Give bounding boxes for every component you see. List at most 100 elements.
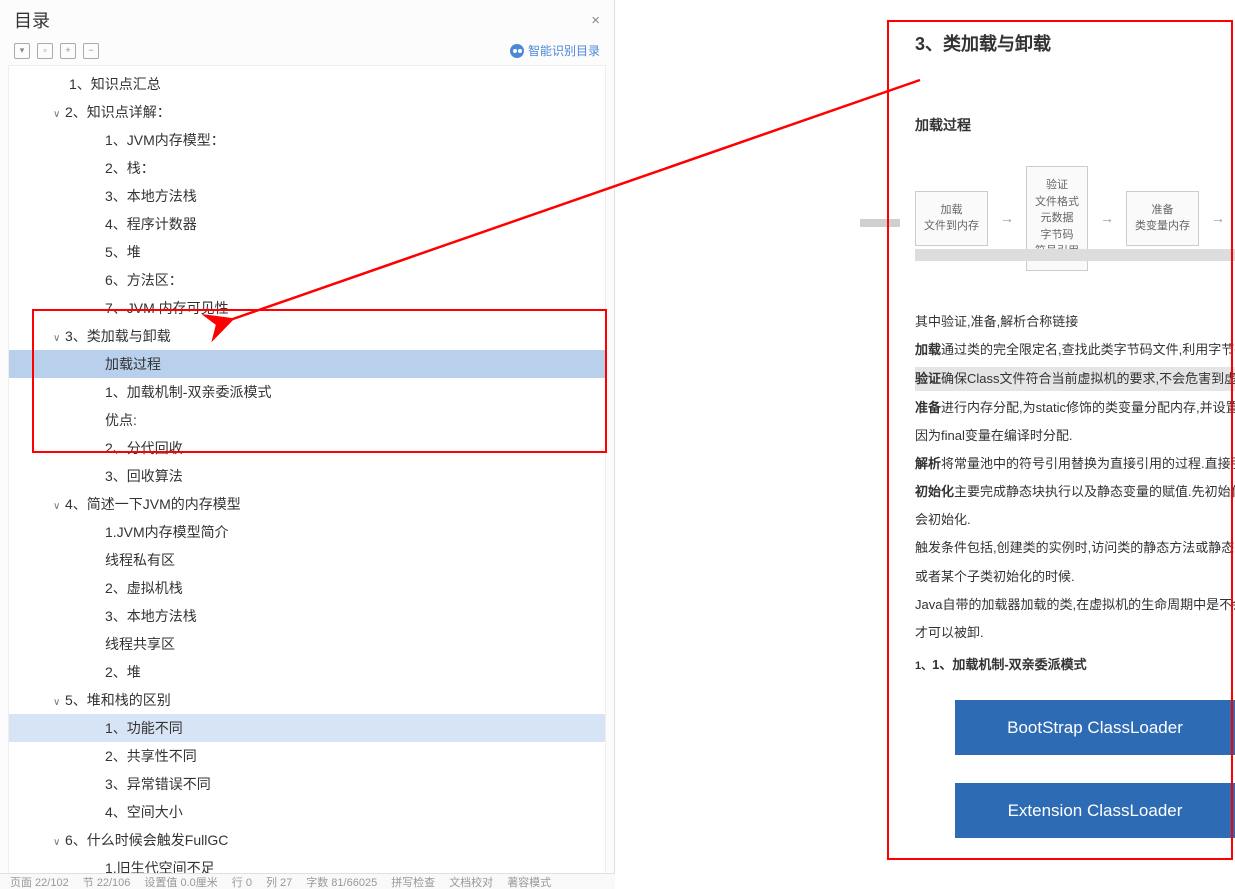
toc-item-label: 优点: <box>105 412 137 428</box>
toc-item-label: 1、加载机制-双亲委派模式 <box>105 384 271 400</box>
toc-item-label: 4、空间大小 <box>105 804 183 820</box>
toc-item[interactable]: 2、分代回收 <box>9 434 605 462</box>
status-item: 拼写检查 <box>391 874 435 889</box>
toc-item[interactable]: 3、本地方法栈 <box>9 602 605 630</box>
toc-item[interactable]: ∨3、类加载与卸载 <box>9 322 605 350</box>
toc-item[interactable]: 3、异常错误不同 <box>9 770 605 798</box>
toc-item[interactable]: ∨4、简述一下JVM的内存模型 <box>9 490 605 518</box>
smart-recognize-button[interactable]: 智能识别目录 <box>510 42 600 59</box>
remove-icon[interactable]: − <box>83 43 99 59</box>
toc-item-label: 线程共享区 <box>105 636 175 652</box>
toc-item[interactable]: 4、程序计数器 <box>9 210 605 238</box>
para: 或者某个子类初始化的时候. <box>915 566 1235 588</box>
classloader-bootstrap: BootStrap ClassLoader <box>955 700 1235 755</box>
toc-list[interactable]: 1、知识点汇总∨2、知识点详解：1、JVM内存模型：2、栈：3、本地方法栈4、程… <box>9 66 605 880</box>
chevron-down-icon[interactable]: ∨ <box>53 333 63 344</box>
status-item: 行 0 <box>232 874 252 889</box>
para: 初始化主要完成静态块执行以及静态变量的赋值.先初始化 <box>915 481 1235 503</box>
status-item: 节 22/106 <box>83 874 131 889</box>
toc-item[interactable]: 7、JVM 内存可见性 <box>9 294 605 322</box>
add-icon[interactable]: + <box>60 43 76 59</box>
status-item: 设置值 0.0厘米 <box>144 874 217 889</box>
para: Java自带的加载器加载的类,在虚拟机的生命周期中是不会被 <box>915 594 1235 616</box>
toc-item-label: 6、什么时候会触发FullGC <box>65 832 228 848</box>
toc-item-label: 1.JVM内存模型简介 <box>105 524 229 540</box>
toc-item-label: 4、程序计数器 <box>105 216 197 232</box>
toc-item[interactable]: 加载过程 <box>9 350 605 378</box>
toc-item-label: 1、功能不同 <box>105 720 183 736</box>
toc-item-label: 4、简述一下JVM的内存模型 <box>65 496 241 512</box>
para: 加载通过类的完全限定名,查找此类字节码文件,利用字节码 <box>915 339 1235 361</box>
status-item: 文档校对 <box>449 874 493 889</box>
toc-item-label: 1、JVM内存模型： <box>105 132 225 148</box>
toc-item[interactable]: ∨6、什么时候会触发FullGC <box>9 826 605 854</box>
toc-item-label: 2、堆 <box>105 664 141 680</box>
panel-title: 目录 <box>14 7 50 33</box>
toc-item-label: 3、异常错误不同 <box>105 776 211 792</box>
smart-label: 智能识别目录 <box>528 42 600 59</box>
status-item: 列 27 <box>266 874 292 889</box>
toc-item[interactable]: 1、知识点汇总 <box>9 70 605 98</box>
para: 准备进行内存分配,为static修饰的类变量分配内存,并设置 <box>915 397 1235 419</box>
para: 才可以被卸. <box>915 622 1235 644</box>
para: 1、1、加载机制-双亲委派模式 <box>915 654 1235 676</box>
status-item: 字数 81/66025 <box>306 874 377 889</box>
flow-box: 加载文件到内存 <box>915 191 988 246</box>
toc-item[interactable]: 1.JVM内存模型简介 <box>9 518 605 546</box>
toc-item[interactable]: 1、JVM内存模型： <box>9 126 605 154</box>
chevron-down-icon[interactable]: ∨ <box>53 837 63 848</box>
toc-item[interactable]: 3、本地方法栈 <box>9 182 605 210</box>
toc-item-label: 2、知识点详解： <box>65 104 171 120</box>
toc-item[interactable]: 4、空间大小 <box>9 798 605 826</box>
chevron-down-icon[interactable]: ∨ <box>53 697 63 708</box>
toc-item-label: 5、堆和栈的区别 <box>65 692 171 708</box>
toc-item[interactable]: 线程私有区 <box>9 546 605 574</box>
doc-subheading: 加载过程 <box>915 114 1235 136</box>
toc-item-label: 2、分代回收 <box>105 440 183 456</box>
para: 其中验证,准备,解析合称链接 <box>915 311 1235 333</box>
arrow-icon: → <box>1100 207 1114 229</box>
toc-item-label: 7、JVM 内存可见性 <box>105 300 229 316</box>
close-icon[interactable]: × <box>591 12 600 29</box>
toc-panel: 目录 × ▾ ▫ + − 智能识别目录 1、知识点汇总∨2、知识点详解：1、JV… <box>0 0 615 889</box>
toc-item-label: 3、回收算法 <box>105 468 183 484</box>
expand-down-icon[interactable]: ▾ <box>14 43 30 59</box>
toc-item-label: 3、本地方法栈 <box>105 608 197 624</box>
para: 因为final变量在编译时分配. <box>915 425 1235 447</box>
toc-item[interactable]: 6、方法区： <box>9 266 605 294</box>
toc-item[interactable]: 2、虚拟机栈 <box>9 574 605 602</box>
toc-item-label: 5、堆 <box>105 244 141 260</box>
toc-item[interactable]: 1、功能不同 <box>9 714 605 742</box>
toc-item[interactable]: 2、堆 <box>9 658 605 686</box>
toc-item-label: 3、类加载与卸载 <box>65 328 171 344</box>
toc-item[interactable]: 2、栈： <box>9 154 605 182</box>
document-view[interactable]: 3、类加载与卸载 加载过程 加载文件到内存→验证文件格式元数据字节码符号引用→准… <box>615 0 1235 889</box>
arrow-icon: → <box>1211 207 1225 229</box>
toc-item[interactable]: 5、堆 <box>9 238 605 266</box>
flow-box: 准备类变量内存 <box>1126 191 1199 246</box>
toc-item-label: 1、知识点汇总 <box>69 76 161 92</box>
toc-item[interactable]: 3、回收算法 <box>9 462 605 490</box>
toc-item[interactable]: 1、加载机制-双亲委派模式 <box>9 378 605 406</box>
toc-item-label: 3、本地方法栈 <box>105 188 197 204</box>
toc-item-label: 线程私有区 <box>105 552 175 568</box>
status-bar: 页面 22/102节 22/106设置值 0.0厘米行 0列 27字数 81/6… <box>0 873 615 889</box>
toc-item[interactable]: ∨5、堆和栈的区别 <box>9 686 605 714</box>
para: 触发条件包括,创建类的实例时,访问类的静态方法或静态变 <box>915 537 1235 559</box>
toc-item[interactable]: ∨2、知识点详解： <box>9 98 605 126</box>
toc-item-label: 2、虚拟机栈 <box>105 580 183 596</box>
toc-item-label: 加载过程 <box>105 356 161 372</box>
doc-heading: 3、类加载与卸载 <box>915 30 1235 59</box>
toc-item[interactable]: 2、共享性不同 <box>9 742 605 770</box>
toc-item[interactable]: 优点: <box>9 406 605 434</box>
arrow-icon: → <box>1000 207 1014 229</box>
status-item: 著容模式 <box>507 874 551 889</box>
para: 会初始化. <box>915 509 1235 531</box>
chevron-down-icon[interactable]: ∨ <box>53 109 63 120</box>
toc-item[interactable]: 线程共享区 <box>9 630 605 658</box>
collapse-icon[interactable]: ▫ <box>37 43 53 59</box>
smart-icon <box>510 44 524 58</box>
classloader-extension: Extension ClassLoader <box>955 783 1235 838</box>
chevron-down-icon[interactable]: ∨ <box>53 501 63 512</box>
para: 解析将常量池中的符号引用替换为直接引用的过程.直接引 <box>915 453 1235 475</box>
